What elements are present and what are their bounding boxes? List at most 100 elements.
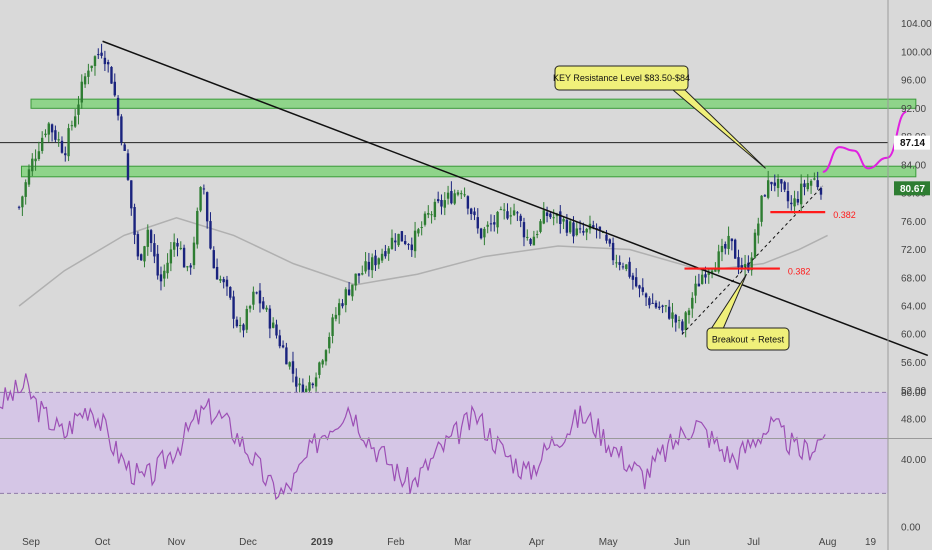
candle-body (506, 211, 509, 219)
candle-body (463, 194, 466, 196)
candle-body (700, 274, 704, 284)
x-tick-label: 2019 (311, 537, 334, 548)
candle-body (278, 335, 281, 347)
candle-body (578, 228, 582, 230)
candle-body (136, 234, 140, 257)
candle-body (691, 297, 694, 309)
candle-body (248, 306, 252, 309)
candle-body (512, 210, 516, 216)
candle-body (407, 244, 410, 246)
candle-body (242, 324, 245, 331)
y-tick-label: 100.00 (901, 47, 932, 58)
candle-body (430, 214, 433, 216)
candle-body (31, 158, 34, 172)
candle-body (803, 183, 806, 188)
candle-body (433, 201, 437, 218)
candle-body (308, 382, 311, 391)
candle-body (489, 223, 493, 225)
candle-body (80, 81, 83, 103)
candle-body (245, 308, 248, 330)
last-price-text: 80.67 (900, 184, 925, 195)
candle-body (780, 179, 783, 184)
candle-body (143, 246, 146, 262)
candle-body (496, 211, 499, 228)
candle-body (106, 62, 110, 65)
candle-body (733, 239, 737, 259)
y-tick-label: 76.00 (901, 217, 926, 228)
candle-body (268, 308, 272, 329)
candle-body (545, 212, 549, 216)
candle-body (565, 219, 569, 233)
candle-body (634, 277, 638, 287)
x-tick-label: Apr (529, 537, 545, 548)
candle-body (67, 128, 70, 157)
candle-body (793, 198, 796, 207)
candle-body (681, 321, 684, 331)
candle-body (737, 257, 740, 268)
candle-body (486, 224, 489, 227)
candle-body (291, 361, 295, 374)
candle-body (271, 322, 275, 328)
candle-body (24, 182, 27, 197)
candle-body (133, 207, 136, 235)
candle-body (21, 196, 24, 208)
candle-body (126, 153, 130, 180)
x-tick-label: Aug (819, 537, 837, 548)
x-tick-label: Jun (674, 537, 690, 548)
candle-body (648, 298, 651, 306)
candle-body (394, 240, 397, 243)
candle-body (321, 360, 324, 365)
candle-body (318, 362, 321, 375)
candle-body (651, 302, 654, 304)
candle-body (724, 243, 727, 249)
candle-body (169, 249, 173, 264)
y-tick-label: 104.00 (901, 19, 932, 30)
candle-body (215, 266, 219, 280)
candle-body (628, 261, 631, 277)
rsi-y-tick-label: 80.00 (901, 388, 926, 399)
x-tick-label: Dec (239, 537, 257, 548)
candle-body (116, 97, 120, 116)
candle-body (519, 215, 522, 222)
candle-body (730, 238, 734, 242)
candle-body (753, 232, 757, 258)
candle-body (347, 289, 351, 296)
candle-body (727, 235, 730, 249)
candle-body (209, 221, 212, 249)
candle-body (631, 275, 635, 280)
candle-body (420, 227, 423, 229)
candle-body (674, 314, 677, 323)
candle-body (64, 153, 67, 156)
candle-body (334, 314, 338, 319)
candle-body (57, 139, 60, 141)
x-tick-label: May (599, 537, 618, 548)
candle-body (288, 362, 291, 367)
candle-body (585, 228, 588, 233)
candle-body (664, 305, 668, 307)
candle-body (684, 312, 687, 330)
candle-body (440, 199, 443, 207)
rsi-y-tick-label: 0.00 (901, 523, 921, 534)
candle-body (27, 169, 31, 185)
candle-body (625, 264, 628, 270)
x-tick-label: Feb (387, 537, 405, 548)
candle-body (423, 213, 427, 225)
candle-body (757, 223, 760, 236)
candle-body (611, 242, 615, 261)
candle-body (172, 242, 176, 250)
candle-body (397, 233, 400, 246)
candle-body (400, 231, 404, 242)
breakout-callout-text: Breakout + Retest (712, 335, 785, 345)
candle-body (799, 183, 803, 205)
candle-body (255, 292, 258, 294)
candle-body (559, 211, 562, 224)
candle-body (298, 383, 301, 386)
candle-body (618, 262, 621, 265)
candle-body (232, 296, 235, 319)
candle-body (351, 284, 354, 297)
candle-body (202, 188, 206, 190)
candle-body (93, 56, 97, 67)
candle-body (44, 133, 47, 136)
candle-body (446, 192, 450, 199)
x-tick-label: 19 (865, 537, 877, 548)
